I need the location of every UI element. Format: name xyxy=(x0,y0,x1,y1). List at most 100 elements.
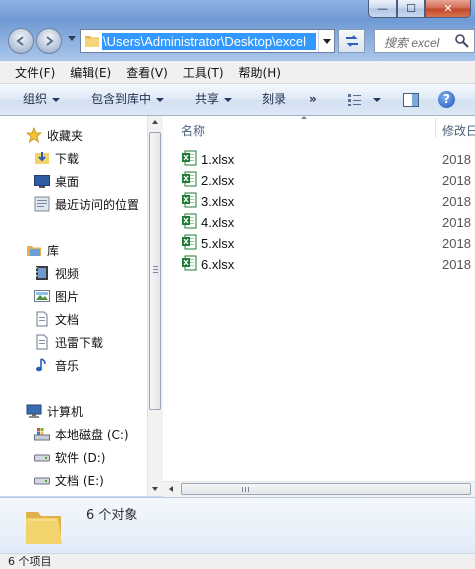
file-name: 2.xlsx xyxy=(201,173,235,188)
file-name: 5.xlsx xyxy=(201,236,235,251)
change-view-button[interactable] xyxy=(347,84,381,115)
command-bar: 组织 包含到库中 共享 刻录 » ? xyxy=(0,84,475,116)
address-path-text[interactable]: \Users\Administrator\Desktop\excel xyxy=(102,33,316,50)
sort-ascending-icon xyxy=(301,116,307,119)
document-icon xyxy=(34,334,50,350)
drive-icon xyxy=(34,449,50,465)
excel-file-icon xyxy=(182,171,197,187)
music-note-icon xyxy=(34,357,50,373)
excel-file-icon xyxy=(182,213,197,229)
recent-places-icon xyxy=(34,196,50,212)
file-date: 2018 xyxy=(442,194,471,209)
sidebar-favorites[interactable]: 收藏夹 xyxy=(26,125,83,145)
navigation-pane-scrollbar[interactable] xyxy=(147,116,163,496)
scrollbar-thumb[interactable] xyxy=(149,132,161,410)
file-row[interactable]: 3.xlsx 2018 xyxy=(181,191,475,211)
file-date: 2018 xyxy=(442,173,471,188)
share-button[interactable]: 共享 xyxy=(195,84,233,115)
close-button[interactable]: ✕ xyxy=(425,0,471,18)
sidebar-item-label: 视频 xyxy=(55,266,80,281)
file-row[interactable]: 4.xlsx 2018 xyxy=(181,212,475,232)
scroll-left-arrow-icon[interactable] xyxy=(169,486,173,492)
folder-icon xyxy=(26,512,62,544)
scrollbar-thumb[interactable] xyxy=(181,483,471,495)
sidebar-item-drive-e[interactable]: 文档 (E:) xyxy=(34,470,104,490)
explorer-window: — ☐ ✕ \Users\Administrator\Desktop\excel xyxy=(0,0,475,569)
file-row[interactable]: 5.xlsx 2018 xyxy=(181,233,475,253)
address-bar[interactable]: \Users\Administrator\Desktop\excel xyxy=(80,29,335,53)
sidebar-item-music[interactable]: 音乐 xyxy=(34,355,79,375)
file-row[interactable]: 2.xlsx 2018 xyxy=(181,170,475,190)
navigation-row: \Users\Administrator\Desktop\excel 搜索 ex… xyxy=(8,28,475,54)
sidebar-item-pictures[interactable]: 图片 xyxy=(34,286,79,306)
sidebar-item-label: 本地磁盘 (C:) xyxy=(55,427,129,442)
excel-file-icon xyxy=(182,255,197,271)
refresh-button[interactable] xyxy=(338,29,365,53)
library-icon xyxy=(26,242,42,258)
sidebar-item-label: 图片 xyxy=(55,289,80,304)
help-icon[interactable]: ? xyxy=(438,91,455,108)
scroll-down-arrow-icon[interactable] xyxy=(152,487,158,491)
maximize-button[interactable]: ☐ xyxy=(397,0,425,18)
folder-icon xyxy=(85,36,99,47)
share-label: 共享 xyxy=(195,92,220,106)
sidebar-libraries-label: 库 xyxy=(47,243,60,258)
sidebar-libraries[interactable]: 库 xyxy=(26,240,59,260)
minimize-button[interactable]: — xyxy=(368,0,397,18)
back-button[interactable] xyxy=(8,28,34,54)
chevron-down-icon xyxy=(52,97,61,102)
menu-view[interactable]: 查看(V) xyxy=(111,64,168,81)
sidebar-item-videos[interactable]: 视频 xyxy=(34,263,79,283)
column-divider[interactable] xyxy=(435,118,436,138)
sidebar-item-label: 下载 xyxy=(55,151,80,166)
file-row[interactable]: 1.xlsx 2018 xyxy=(181,149,475,169)
menu-edit[interactable]: 编辑(E) xyxy=(55,64,111,81)
sidebar-item-downloads[interactable]: 下载 xyxy=(34,148,79,168)
organize-button[interactable]: 组织 xyxy=(23,84,61,115)
video-icon xyxy=(34,265,50,281)
excel-file-icon xyxy=(182,150,197,166)
desktop-icon xyxy=(34,173,50,189)
sidebar-item-desktop[interactable]: 桌面 xyxy=(34,171,79,191)
sidebar-item-drive-c[interactable]: 本地磁盘 (C:) xyxy=(34,424,129,444)
menu-bar: 文件(F) 编辑(E) 查看(V) 工具(T) 帮助(H) xyxy=(0,61,475,84)
recent-pages-dropdown[interactable] xyxy=(68,36,76,41)
sidebar-computer[interactable]: 计算机 xyxy=(26,401,83,421)
file-name: 4.xlsx xyxy=(201,215,235,230)
file-list-pane: 名称 修改日 1.xlsx 2018 2.xlsx 2018 3.xlsx 20… xyxy=(163,116,475,481)
search-input[interactable]: 搜索 excel xyxy=(374,29,475,53)
file-name: 3.xlsx xyxy=(201,194,235,209)
back-arrow-icon xyxy=(16,36,24,46)
file-name: 1.xlsx xyxy=(201,152,235,167)
more-commands-button[interactable]: » xyxy=(309,84,317,115)
file-name: 6.xlsx xyxy=(201,257,235,272)
column-header-date-modified[interactable]: 修改日 xyxy=(442,122,475,139)
forward-arrow-icon xyxy=(46,36,54,46)
file-row[interactable]: 6.xlsx 2018 xyxy=(181,254,475,274)
preview-pane-button[interactable] xyxy=(403,84,419,115)
address-dropdown-button[interactable] xyxy=(318,30,334,52)
sidebar-item-label: 文档 (E:) xyxy=(55,473,104,488)
sidebar-item-thunder-downloads[interactable]: 迅雷下载 xyxy=(34,332,103,352)
menu-help[interactable]: 帮助(H) xyxy=(224,64,281,81)
chevron-down-icon xyxy=(156,97,165,102)
status-bar: 6 个项目 xyxy=(0,553,475,569)
menu-file[interactable]: 文件(F) xyxy=(0,64,55,81)
selected-object-count: 6 个对象 xyxy=(86,508,138,523)
include-in-library-button[interactable]: 包含到库中 xyxy=(91,84,165,115)
file-list-horizontal-scrollbar[interactable] xyxy=(163,481,475,497)
scroll-up-arrow-icon[interactable] xyxy=(152,120,158,124)
sidebar-item-documents[interactable]: 文档 xyxy=(34,309,79,329)
search-icon[interactable] xyxy=(454,33,470,49)
forward-button[interactable] xyxy=(36,28,62,54)
sidebar-item-recent-places[interactable]: 最近访问的位置 xyxy=(34,194,139,214)
menu-tools[interactable]: 工具(T) xyxy=(168,64,224,81)
file-date: 2018 xyxy=(442,236,471,251)
column-headers: 名称 修改日 xyxy=(163,116,475,141)
sidebar-item-drive-d[interactable]: 软件 (D:) xyxy=(34,447,105,467)
burn-button[interactable]: 刻录 xyxy=(262,84,286,115)
column-header-name[interactable]: 名称 xyxy=(181,122,205,139)
chevron-down-icon xyxy=(373,97,381,102)
drive-icon xyxy=(34,472,50,488)
star-icon xyxy=(26,127,42,143)
